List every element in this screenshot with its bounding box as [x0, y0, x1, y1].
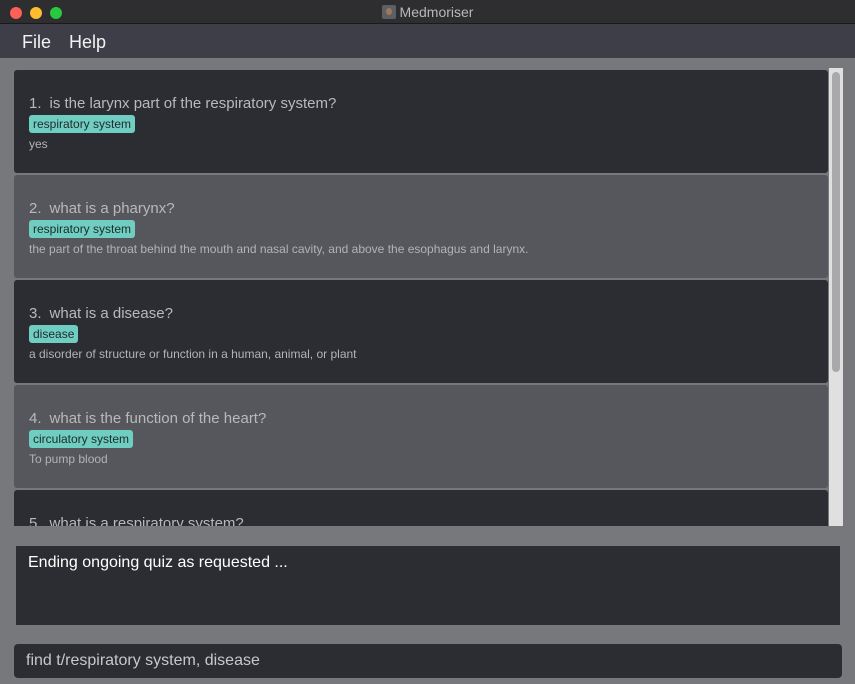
tag-badge: circulatory system: [29, 430, 134, 448]
tag-badge: respiratory system: [29, 115, 136, 133]
tag-badge: respiratory system: [29, 220, 136, 238]
result-display: Ending ongoing quiz as requested ...: [16, 546, 840, 625]
scrollbar[interactable]: [829, 68, 843, 526]
command-input[interactable]: [14, 644, 842, 678]
question-text: 2. what is a pharynx?: [29, 200, 175, 217]
question-text: 1. is the larynx part of the respiratory …: [29, 95, 337, 112]
question-text: 5. what is a respiratory system?: [29, 515, 244, 526]
answer-text: the part of the throat behind the mouth …: [29, 242, 529, 256]
menu-bar: File Help: [0, 24, 855, 58]
question-card[interactable]: 4. what is the function of the heart? cir…: [14, 385, 828, 488]
tag-badge: disease: [29, 325, 79, 343]
question-text: 3. what is a disease?: [29, 305, 173, 322]
question-card[interactable]: 2. what is a pharynx? respiratory system …: [14, 175, 828, 278]
question-list[interactable]: 1. is the larynx part of the respiratory …: [14, 68, 828, 526]
question-text: 4. what is the function of the heart?: [29, 410, 267, 427]
menu-help[interactable]: Help: [69, 32, 106, 53]
question-card[interactable]: 5. what is a respiratory system?: [14, 490, 828, 526]
answer-text: To pump blood: [29, 452, 108, 466]
window-title: Medmoriser: [0, 4, 855, 20]
menu-file[interactable]: File: [22, 32, 51, 53]
answer-text: a disorder of structure or function in a…: [29, 347, 357, 361]
question-card[interactable]: 3. what is a disease? disease a disorder …: [14, 280, 828, 383]
app-icon: [381, 5, 396, 19]
window-title-text: Medmoriser: [399, 4, 474, 20]
answer-text: yes: [29, 137, 48, 151]
title-bar: Medmoriser: [0, 0, 855, 24]
question-card[interactable]: 1. is the larynx part of the respiratory …: [14, 70, 828, 173]
scrollbar-thumb[interactable]: [832, 72, 840, 372]
